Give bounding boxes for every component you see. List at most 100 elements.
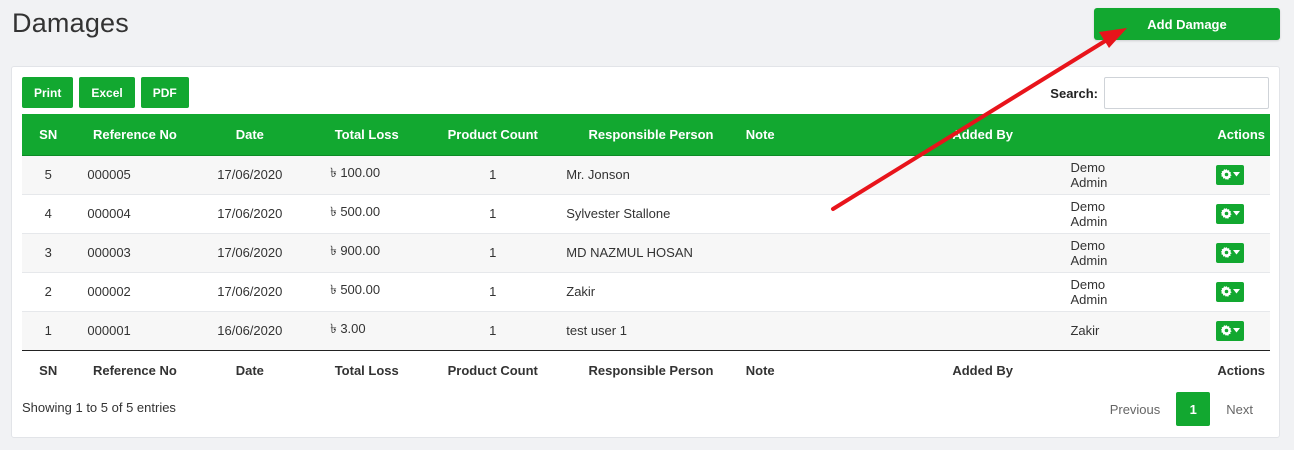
cell-reference-no: 000003	[87, 245, 131, 260]
cell-sn: 4	[44, 206, 52, 221]
cell-actions	[1129, 194, 1270, 233]
cell-product-count: 1	[489, 323, 497, 338]
table-row: 1 000001 16/06/2020 ৳ 3.00 1 test user 1 Zakir	[22, 311, 1270, 350]
footer-product-count: Product Count	[447, 363, 538, 379]
cell-note	[746, 311, 837, 350]
chevron-down-icon	[1232, 250, 1240, 255]
cell-actions	[1129, 233, 1270, 272]
row-actions-button[interactable]	[1216, 164, 1245, 185]
header-note[interactable]: Note	[745, 114, 837, 156]
gear-icon	[1220, 325, 1232, 336]
footer-date: Date	[235, 363, 264, 379]
cell-responsible-person: Mr. Jonson	[566, 167, 630, 182]
cell-date: 17/06/2020	[217, 206, 283, 221]
cell-total-loss: ৳ 100.00	[330, 165, 381, 180]
cell-added-by: Demo Admin	[1070, 276, 1108, 307]
footer-actions: Actions	[1217, 363, 1265, 379]
gear-icon	[1220, 208, 1232, 219]
cell-added-by: Demo Admin	[1070, 237, 1108, 268]
footer-total-loss: Total Loss	[334, 363, 399, 379]
cell-note	[746, 272, 837, 311]
pagination: Previous 1 Next	[1094, 392, 1269, 426]
row-actions-button[interactable]	[1216, 203, 1245, 224]
cell-total-loss: ৳ 3.00	[330, 321, 366, 336]
header-sn[interactable]: SN	[22, 114, 75, 156]
footer-sn: SN	[39, 363, 58, 379]
cell-total-loss: ৳ 900.00	[330, 243, 381, 258]
damages-card: Print Excel PDF Search: SN Reference No …	[11, 66, 1280, 438]
cell-sn: 5	[44, 167, 52, 182]
table-row: 5 000005 17/06/2020 ৳ 100.00 1 Mr. Jonson Demo…	[22, 155, 1270, 194]
table-info: Showing 1 to 5 of 5 entries	[22, 400, 176, 415]
cell-actions	[1129, 155, 1270, 194]
header-added-by[interactable]: Added By	[836, 114, 1129, 156]
export-toolbar: Print Excel PDF	[22, 77, 189, 108]
excel-button[interactable]: Excel	[79, 77, 135, 108]
cell-total-loss: ৳ 500.00	[330, 282, 381, 297]
cell-actions	[1129, 272, 1270, 311]
footer-added-by: Added By	[952, 363, 1013, 379]
gear-icon	[1220, 247, 1232, 258]
chevron-down-icon	[1232, 289, 1240, 294]
page-title: Damages	[12, 8, 129, 38]
cell-sn: 1	[44, 323, 52, 338]
table-row: 3 000003 17/06/2020 ৳ 900.00 1 MD NAZMUL HOSA…	[22, 233, 1270, 272]
cell-product-count: 1	[489, 284, 497, 299]
footer-note: Note	[745, 363, 775, 379]
cell-reference-no: 000001	[87, 323, 131, 338]
cell-responsible-person: test user 1	[566, 323, 627, 338]
print-button[interactable]: Print	[22, 77, 74, 108]
table-row: 2 000002 17/06/2020 ৳ 500.00 1 Zakir Demo Admi…	[22, 272, 1270, 311]
gear-icon	[1220, 169, 1232, 180]
cell-date: 17/06/2020	[217, 245, 283, 260]
damages-table: SN Reference No Date Total Loss Product …	[22, 114, 1270, 391]
cell-note	[746, 233, 837, 272]
cell-product-count: 1	[489, 245, 497, 260]
cell-total-loss: ৳ 500.00	[330, 204, 381, 219]
cell-product-count: 1	[489, 167, 497, 182]
row-actions-button[interactable]	[1216, 281, 1245, 302]
row-actions-button[interactable]	[1216, 320, 1245, 341]
add-damage-button[interactable]: Add Damage	[1094, 8, 1280, 40]
search-label: Search:	[1050, 85, 1098, 101]
cell-reference-no: 000002	[87, 284, 131, 299]
footer-reference-no: Reference No	[92, 363, 177, 379]
page-1-button[interactable]: 1	[1176, 392, 1211, 426]
search-input[interactable]	[1104, 77, 1269, 109]
header-date[interactable]: Date	[195, 114, 305, 156]
table-row: 4 000004 17/06/2020 ৳ 500.00 1 Sylvester Stal…	[22, 194, 1270, 233]
cell-actions	[1129, 311, 1270, 350]
cell-reference-no: 000005	[87, 167, 131, 182]
cell-responsible-person: Sylvester Stallone	[566, 206, 671, 221]
header-actions[interactable]: Actions	[1128, 114, 1270, 156]
cell-reference-no: 000004	[87, 206, 131, 221]
cell-product-count: 1	[489, 206, 497, 221]
row-actions-button[interactable]	[1216, 242, 1245, 263]
cell-added-by: Demo Admin	[1070, 198, 1108, 229]
cell-responsible-person: Zakir	[566, 284, 596, 299]
cell-note	[746, 194, 837, 233]
previous-page-link[interactable]: Previous	[1094, 402, 1177, 417]
table-header-row: SN Reference No Date Total Loss Product …	[22, 114, 1270, 156]
chevron-down-icon	[1232, 328, 1240, 333]
gear-icon	[1220, 286, 1232, 297]
cell-added-by: Demo Admin	[1070, 159, 1108, 190]
chevron-down-icon	[1232, 211, 1240, 216]
header-total-loss[interactable]: Total Loss	[304, 114, 430, 156]
next-page-link[interactable]: Next	[1210, 402, 1269, 417]
cell-note	[746, 155, 837, 194]
header-product-count[interactable]: Product Count	[429, 114, 557, 156]
cell-added-by: Zakir	[1070, 323, 1100, 338]
search-box: Search:	[1050, 77, 1269, 109]
footer-responsible-person: Responsible Person	[588, 363, 714, 379]
cell-sn: 3	[44, 245, 52, 260]
table-footer-row: SN Reference No Date Total Loss Product …	[22, 350, 1270, 391]
chevron-down-icon	[1232, 172, 1240, 177]
header-reference-no[interactable]: Reference No	[74, 114, 196, 156]
cell-responsible-person: MD NAZMUL HOSAN	[566, 245, 693, 260]
cell-date: 17/06/2020	[217, 167, 283, 182]
header-responsible-person[interactable]: Responsible Person	[556, 114, 746, 156]
pdf-button[interactable]: PDF	[140, 77, 189, 108]
cell-sn: 2	[44, 284, 52, 299]
cell-date: 16/06/2020	[217, 323, 283, 338]
